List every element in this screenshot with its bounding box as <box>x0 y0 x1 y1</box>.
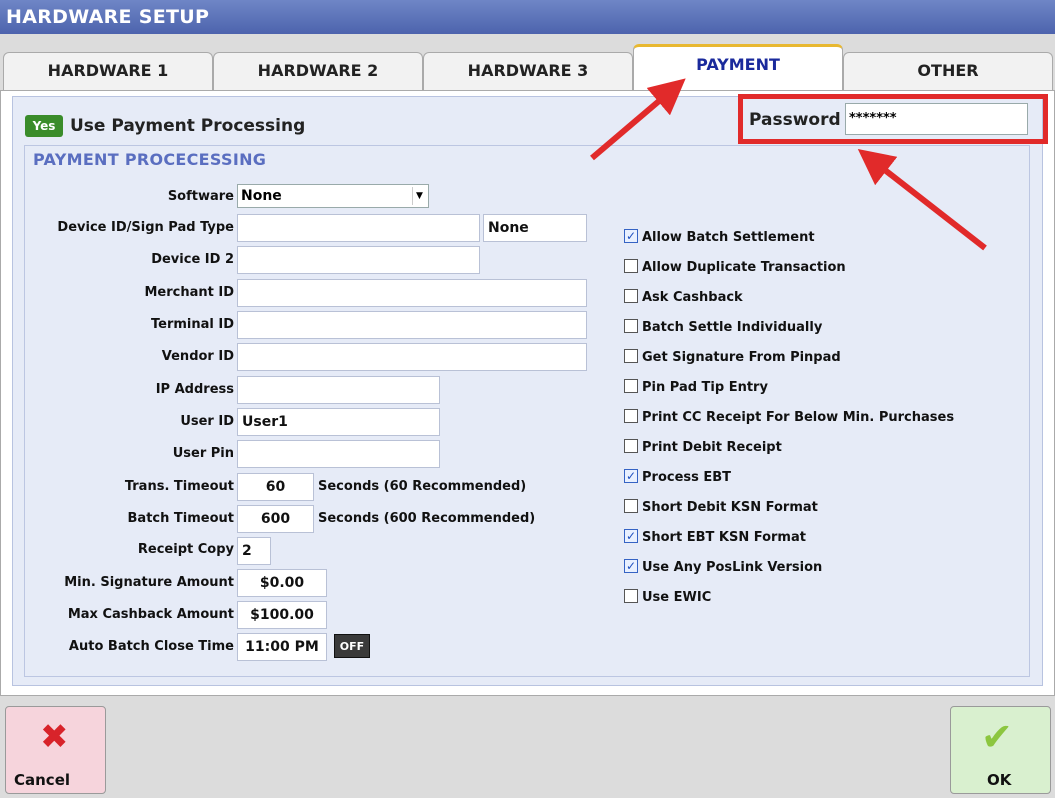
option-label: Pin Pad Tip Entry <box>642 380 768 395</box>
option-batch-settle-individually[interactable]: Batch Settle Individually <box>624 319 822 339</box>
checkbox[interactable] <box>624 439 638 453</box>
sign-pad-type-input[interactable]: None <box>483 214 587 242</box>
ok-button[interactable]: ✔ OK <box>950 706 1051 794</box>
ok-label: OK <box>987 771 1012 789</box>
device-id2-label: Device ID 2 <box>151 252 234 267</box>
terminal-id-input[interactable] <box>237 311 587 339</box>
option-print-cc-receipt[interactable]: Print CC Receipt For Below Min. Purchase… <box>624 409 954 429</box>
use-payment-label: Use Payment Processing <box>70 116 306 136</box>
auto-batch-toggle[interactable]: OFF <box>334 634 370 658</box>
receipt-copy-label: Receipt Copy <box>137 542 234 557</box>
merchant-id-label: Merchant ID <box>144 285 234 300</box>
tab-other[interactable]: OTHER <box>843 52 1053 90</box>
trans-timeout-input[interactable]: 60 <box>237 473 314 501</box>
password-input[interactable]: ******* <box>845 103 1028 135</box>
trans-timeout-label: Trans. Timeout <box>124 479 234 494</box>
user-pin-label: User Pin <box>172 446 234 461</box>
device-id-label: Device ID/Sign Pad Type <box>57 220 234 235</box>
use-payment-toggle[interactable]: Yes <box>25 115 63 137</box>
option-label: Print Debit Receipt <box>642 440 782 455</box>
software-select[interactable]: None ▼ <box>237 184 429 208</box>
merchant-id-input[interactable] <box>237 279 587 307</box>
option-label: Short Debit KSN Format <box>642 500 818 515</box>
checkbox[interactable] <box>624 557 638 575</box>
min-signature-label: Min. Signature Amount <box>64 575 234 590</box>
tab-hardware-3[interactable]: HARDWARE 3 <box>423 52 633 90</box>
max-cashback-label: Max Cashback Amount <box>67 607 234 622</box>
option-use-any-poslink[interactable]: Use Any PosLink Version <box>624 557 823 579</box>
checkbox[interactable] <box>624 349 638 363</box>
checkbox[interactable] <box>624 289 638 303</box>
option-label: Allow Duplicate Transaction <box>642 260 846 275</box>
tab-hardware-1[interactable]: HARDWARE 1 <box>3 52 213 90</box>
window-title: HARDWARE SETUP <box>0 0 1055 34</box>
batch-timeout-hint: Seconds (600 Recommended) <box>318 511 536 526</box>
user-id-input[interactable]: User1 <box>237 408 440 436</box>
tab-payment[interactable]: PAYMENT <box>633 44 843 90</box>
checkbox[interactable] <box>624 499 638 513</box>
checkbox[interactable] <box>624 467 638 485</box>
option-label: Use EWIC <box>642 590 712 605</box>
option-short-debit-ksn[interactable]: Short Debit KSN Format <box>624 499 818 519</box>
max-cashback-input[interactable]: $100.00 <box>237 601 327 629</box>
min-signature-input[interactable]: $0.00 <box>237 569 327 597</box>
option-allow-batch-settlement[interactable]: Allow Batch Settlement <box>624 227 815 249</box>
chevron-down-icon: ▼ <box>412 187 426 205</box>
vendor-id-label: Vendor ID <box>161 349 234 364</box>
option-allow-duplicate-transaction[interactable]: Allow Duplicate Transaction <box>624 259 846 279</box>
bottom-bar <box>0 696 1055 798</box>
checkbox[interactable] <box>624 319 638 333</box>
vendor-id-input[interactable] <box>237 343 587 371</box>
device-id-input[interactable] <box>237 214 480 242</box>
device-id2-input[interactable] <box>237 246 480 274</box>
option-label: Ask Cashback <box>642 290 743 305</box>
cancel-button[interactable]: ✖ Cancel <box>5 706 106 794</box>
tab-hardware-2[interactable]: HARDWARE 2 <box>213 52 423 90</box>
cancel-label: Cancel <box>14 771 71 789</box>
software-label: Software <box>167 189 234 204</box>
close-x-icon: ✖ <box>40 717 69 757</box>
option-print-debit-receipt[interactable]: Print Debit Receipt <box>624 439 782 459</box>
option-pin-pad-tip-entry[interactable]: Pin Pad Tip Entry <box>624 379 768 399</box>
checkbox[interactable] <box>624 409 638 423</box>
option-process-ebt[interactable]: Process EBT <box>624 467 732 489</box>
user-pin-input[interactable] <box>237 440 440 468</box>
ip-address-label: IP Address <box>155 382 234 397</box>
checkmark-icon: ✔ <box>981 715 1013 759</box>
checkbox[interactable] <box>624 589 638 603</box>
option-label: Batch Settle Individually <box>642 320 823 335</box>
tab-bar: HARDWARE 1 HARDWARE 2 HARDWARE 3 PAYMENT… <box>0 44 1055 90</box>
terminal-id-label: Terminal ID <box>150 317 234 332</box>
ip-address-input[interactable] <box>237 376 440 404</box>
option-short-ebt-ksn[interactable]: Short EBT KSN Format <box>624 527 806 549</box>
checkbox[interactable] <box>624 227 638 245</box>
option-get-signature-from-pinpad[interactable]: Get Signature From Pinpad <box>624 349 841 369</box>
user-id-label: User ID <box>180 414 234 429</box>
auto-batch-input[interactable]: 11:00 PM <box>237 633 327 661</box>
batch-timeout-input[interactable]: 600 <box>237 505 314 533</box>
option-use-ewic[interactable]: Use EWIC <box>624 589 711 609</box>
auto-batch-label: Auto Batch Close Time <box>68 639 234 654</box>
software-value: None <box>241 188 282 204</box>
option-label: Print CC Receipt For Below Min. Purchase… <box>642 410 955 425</box>
option-label: Use Any PosLink Version <box>642 560 823 575</box>
group-title: PAYMENT PROCECESSING <box>33 150 267 169</box>
option-ask-cashback[interactable]: Ask Cashback <box>624 289 743 309</box>
checkbox[interactable] <box>624 379 638 393</box>
option-label: Allow Batch Settlement <box>642 230 815 245</box>
receipt-copy-input[interactable]: 2 <box>237 537 271 565</box>
option-label: Get Signature From Pinpad <box>642 350 841 365</box>
checkbox[interactable] <box>624 259 638 273</box>
password-label: Password <box>749 110 841 130</box>
option-label: Process EBT <box>642 470 732 485</box>
batch-timeout-label: Batch Timeout <box>127 511 234 526</box>
trans-timeout-hint: Seconds (60 Recommended) <box>318 479 527 494</box>
checkbox[interactable] <box>624 527 638 545</box>
option-label: Short EBT KSN Format <box>642 530 806 545</box>
